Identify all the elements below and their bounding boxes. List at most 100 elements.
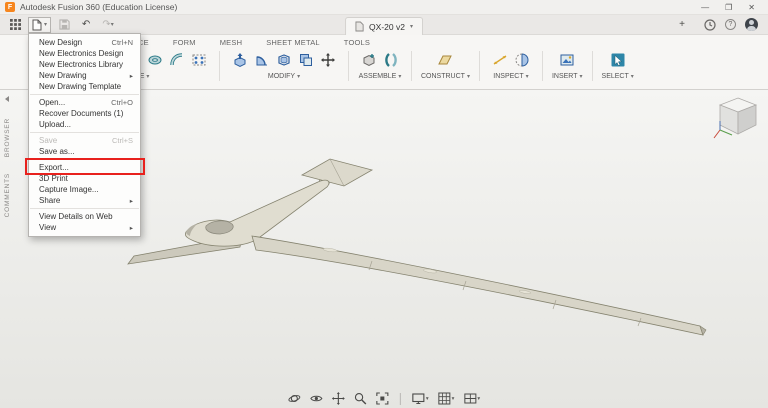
construct-dropdown[interactable]: CONSTRUCT ▾ <box>421 73 470 80</box>
close-button[interactable]: ✕ <box>748 3 755 12</box>
press-pull-button[interactable] <box>229 49 251 71</box>
modify-dropdown[interactable]: MODIFY ▾ <box>268 73 300 80</box>
modify-label: MODIFY <box>267 73 296 80</box>
menu-item-view-details-on-web[interactable]: View Details on Web <box>29 211 140 222</box>
help-icon[interactable]: ? <box>725 19 736 30</box>
left-rail: BROWSER COMMENTS <box>0 96 14 218</box>
browser-panel-toggle[interactable]: BROWSER <box>4 118 11 157</box>
save-icon <box>58 19 70 30</box>
select-label: SELECT <box>601 73 629 80</box>
viewports-icon <box>463 393 476 404</box>
viewports-button[interactable]: ▾ <box>463 392 480 405</box>
save-button[interactable] <box>55 17 73 33</box>
zoom-button[interactable] <box>354 392 367 405</box>
assemble-dropdown[interactable]: ASSEMBLE ▾ <box>359 73 402 80</box>
look-at-button[interactable] <box>310 392 323 405</box>
tab-tools[interactable]: TOOLS <box>332 38 382 47</box>
new-document-tab-button[interactable]: + <box>673 17 691 33</box>
pattern-icon <box>192 54 206 66</box>
menu-item-share[interactable]: Share ▸ <box>29 195 140 206</box>
fit-button[interactable] <box>376 392 389 405</box>
menu-shortcut: Ctrl+O <box>111 98 133 107</box>
app-grid-menu-button[interactable] <box>6 17 24 33</box>
pattern-button[interactable] <box>188 49 210 71</box>
move-copy-button[interactable] <box>317 49 339 71</box>
measure-button[interactable] <box>489 49 511 71</box>
create-pipe-button[interactable] <box>166 49 188 71</box>
maximize-button[interactable]: ❐ <box>725 3 732 12</box>
ribbon-separator <box>348 51 349 81</box>
redo-button[interactable]: ↷ ▾ <box>99 17 117 33</box>
shell-button[interactable] <box>273 49 295 71</box>
menu-label: New Electronics Library <box>39 60 124 69</box>
pan-button[interactable] <box>331 392 345 405</box>
fit-icon <box>376 392 389 405</box>
select-button[interactable] <box>607 49 629 71</box>
menu-item-open[interactable]: Open... Ctrl+O <box>29 97 140 108</box>
file-menu-button[interactable]: ▾ <box>28 16 52 33</box>
select-dropdown[interactable]: SELECT ▾ <box>602 73 634 80</box>
create-torus-button[interactable] <box>144 49 166 71</box>
fillet-button[interactable] <box>251 49 273 71</box>
combine-button[interactable] <box>295 49 317 71</box>
menu-label: Capture Image... <box>39 185 99 194</box>
undo-button[interactable]: ↶ <box>77 17 95 33</box>
joint-button[interactable] <box>380 49 402 71</box>
collapse-panel-icon[interactable] <box>5 96 9 102</box>
insert-dropdown[interactable]: INSERT ▾ <box>552 73 583 80</box>
menu-shortcut: Ctrl+S <box>111 136 133 145</box>
submenu-arrow-icon: ▸ <box>129 72 133 80</box>
menu-item-upload[interactable]: Upload... <box>29 119 140 130</box>
job-status-icon[interactable] <box>704 18 716 31</box>
user-avatar[interactable] <box>745 18 758 31</box>
comments-panel-toggle[interactable]: COMMENTS <box>4 173 11 217</box>
construct-plane-icon <box>438 55 453 65</box>
tab-mesh[interactable]: MESH <box>208 38 254 47</box>
menu-item-new-design[interactable]: New Design Ctrl+N <box>29 37 140 48</box>
ribbon-separator <box>478 51 480 81</box>
menu-item-new-electronics-library[interactable]: New Electronics Library <box>29 59 140 70</box>
menu-label: New Drawing Template <box>39 82 122 91</box>
construct-plane-button[interactable] <box>434 49 456 71</box>
document-tab[interactable]: QX-20 v2 ▾ <box>345 17 423 35</box>
display-settings-button[interactable]: ▾ <box>412 392 429 405</box>
menu-item-view[interactable]: View ▸ <box>29 222 140 233</box>
inspect-label: INSPECT <box>493 73 524 80</box>
shell-icon <box>278 54 290 66</box>
menu-item-new-drawing-template[interactable]: New Drawing Template <box>29 81 140 92</box>
section-analysis-button[interactable] <box>511 49 533 71</box>
menu-item-new-electronics-design[interactable]: New Electronics Design <box>29 48 140 59</box>
menu-label: View Details on Web <box>39 212 113 221</box>
modify-caret-icon: ▾ <box>297 74 301 80</box>
minimize-button[interactable]: — <box>701 3 709 12</box>
menu-item-save[interactable]: Save Ctrl+S <box>29 135 140 146</box>
inspect-dropdown[interactable]: INSPECT ▾ <box>493 73 528 80</box>
grid-snaps-button[interactable]: ▾ <box>438 392 455 405</box>
ribbon-separator <box>541 51 543 81</box>
menu-label: Upload... <box>39 120 72 129</box>
menu-label: Share <box>39 196 61 205</box>
assemble-caret-icon: ▾ <box>398 74 402 80</box>
orbit-button[interactable] <box>288 392 301 405</box>
grid-caret-icon: ▾ <box>451 395 455 402</box>
tab-form[interactable]: FORM <box>161 38 208 47</box>
axis-x <box>713 129 721 139</box>
insert-caret-icon: ▾ <box>579 74 583 80</box>
press-pull-icon <box>234 53 246 68</box>
menu-item-save-as[interactable]: Save as... <box>29 146 140 157</box>
menu-item-new-drawing[interactable]: New Drawing ▸ <box>29 70 140 81</box>
view-cube[interactable] <box>712 92 764 149</box>
file-icon <box>32 19 42 30</box>
document-icon <box>355 21 364 32</box>
new-component-icon <box>363 54 375 67</box>
export-annotation-box <box>25 158 145 175</box>
new-component-button[interactable] <box>358 49 380 71</box>
menu-item-recover-documents[interactable]: Recover Documents (1) <box>29 108 140 119</box>
section-analysis-icon <box>515 53 529 67</box>
insert-canvas-button[interactable] <box>556 49 578 71</box>
menu-item-capture-image[interactable]: Capture Image... <box>29 184 140 195</box>
menu-separator <box>30 208 139 209</box>
group-inspect: INSPECT ▾ <box>489 49 533 80</box>
tab-sheet-metal[interactable]: SHEET METAL <box>254 38 332 47</box>
file-menu-caret-icon: ▾ <box>44 22 48 28</box>
